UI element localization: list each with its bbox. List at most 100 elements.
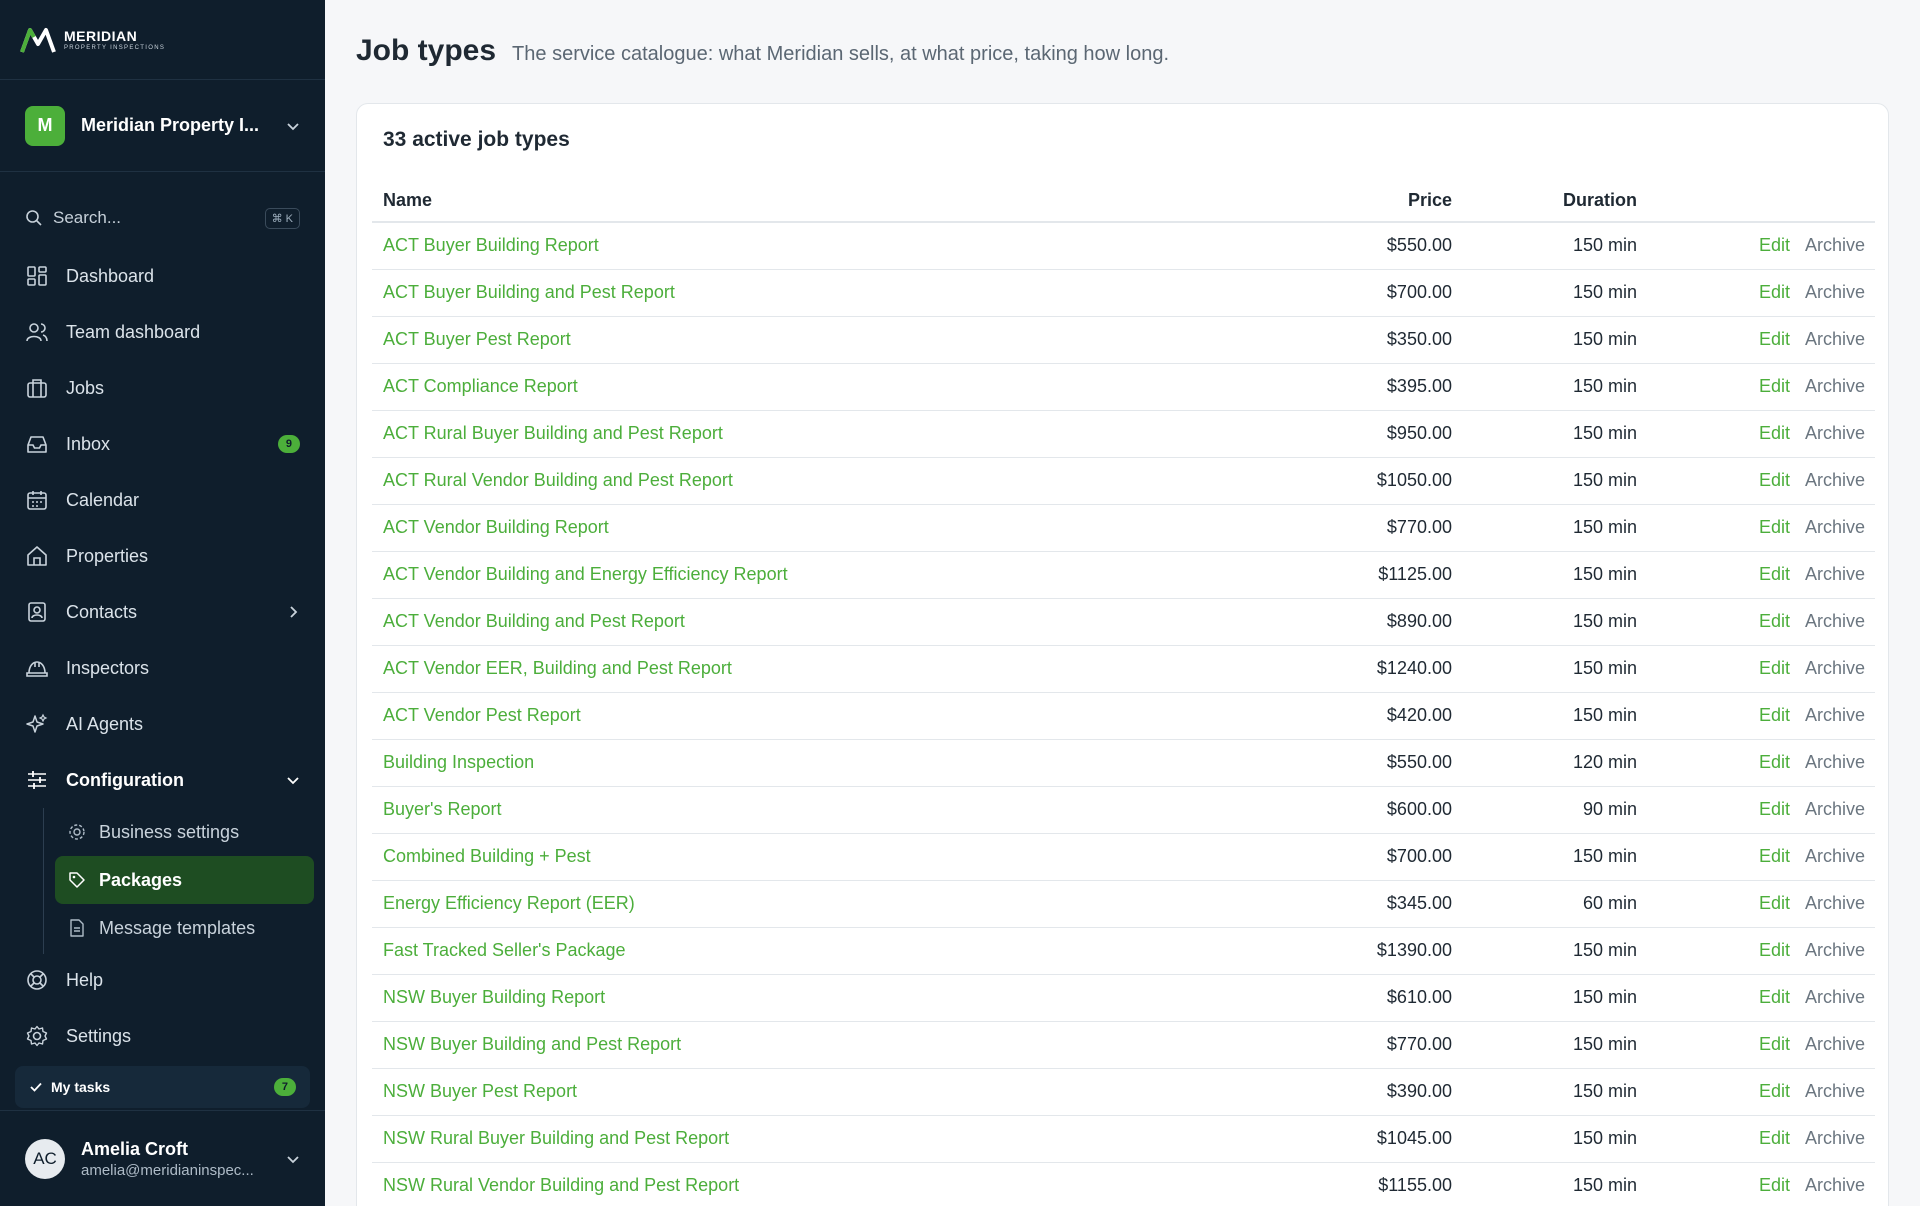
job-type-price: $1155.00 [1252, 1162, 1452, 1206]
job-type-name-link[interactable]: NSW Buyer Pest Report [372, 1068, 1252, 1116]
job-type-price: $950.00 [1252, 410, 1452, 458]
archive-button[interactable]: Archive [1805, 564, 1865, 584]
archive-button[interactable]: Archive [1805, 423, 1865, 443]
job-type-name-link[interactable]: ACT Rural Buyer Building and Pest Report [372, 410, 1252, 458]
nav-item-jobs[interactable]: Jobs [0, 360, 325, 416]
edit-button[interactable]: Edit [1759, 893, 1790, 913]
archive-button[interactable]: Archive [1805, 1128, 1865, 1148]
nav-item-properties[interactable]: Properties [0, 528, 325, 584]
edit-button[interactable]: Edit [1759, 611, 1790, 631]
archive-button[interactable]: Archive [1805, 329, 1865, 349]
archive-button[interactable]: Archive [1805, 235, 1865, 255]
job-type-name-link[interactable]: ACT Rural Vendor Building and Pest Repor… [372, 457, 1252, 505]
archive-button[interactable]: Archive [1805, 893, 1865, 913]
job-type-duration: 150 min [1452, 551, 1637, 599]
archive-button[interactable]: Archive [1805, 611, 1865, 631]
archive-button[interactable]: Archive [1805, 282, 1865, 302]
nav-item-inspectors[interactable]: Inspectors [0, 640, 325, 696]
archive-button[interactable]: Archive [1805, 987, 1865, 1007]
archive-button[interactable]: Archive [1805, 705, 1865, 725]
nav-item-calendar[interactable]: Calendar [0, 472, 325, 528]
job-type-name-link[interactable]: ACT Vendor Building and Energy Efficienc… [372, 551, 1252, 599]
nav-item-dashboard[interactable]: Dashboard [0, 248, 325, 304]
archive-button[interactable]: Archive [1805, 1081, 1865, 1101]
archive-button[interactable]: Archive [1805, 940, 1865, 960]
job-type-name-link[interactable]: ACT Buyer Pest Report [372, 316, 1252, 364]
job-type-name-link[interactable]: ACT Vendor Building Report [372, 504, 1252, 552]
edit-button[interactable]: Edit [1759, 752, 1790, 772]
archive-button[interactable]: Archive [1805, 846, 1865, 866]
sub-item-label: Packages [99, 869, 183, 890]
sub-item-business-settings[interactable]: Business settings [55, 808, 314, 856]
edit-button[interactable]: Edit [1759, 564, 1790, 584]
edit-button[interactable]: Edit [1759, 376, 1790, 396]
search-input[interactable]: Search... ⌘ K [25, 200, 300, 236]
column-header-price[interactable]: Price [1252, 180, 1452, 223]
nav-item-team-dashboard[interactable]: Team dashboard [0, 304, 325, 360]
archive-button[interactable]: Archive [1805, 470, 1865, 490]
edit-button[interactable]: Edit [1759, 329, 1790, 349]
edit-button[interactable]: Edit [1759, 517, 1790, 537]
job-type-name-link[interactable]: NSW Rural Vendor Building and Pest Repor… [372, 1162, 1252, 1206]
archive-button[interactable]: Archive [1805, 799, 1865, 819]
edit-button[interactable]: Edit [1759, 799, 1790, 819]
my-tasks-button[interactable]: My tasks 7 [15, 1066, 310, 1108]
job-type-duration: 150 min [1452, 410, 1637, 458]
edit-button[interactable]: Edit [1759, 987, 1790, 1007]
nav-item-help[interactable]: Help [0, 952, 325, 1008]
job-type-name-link[interactable]: ACT Buyer Building and Pest Report [372, 269, 1252, 317]
archive-button[interactable]: Archive [1805, 752, 1865, 772]
edit-button[interactable]: Edit [1759, 1128, 1790, 1148]
edit-button[interactable]: Edit [1759, 1081, 1790, 1101]
inbox-count-badge: 9 [277, 435, 300, 453]
edit-button[interactable]: Edit [1759, 423, 1790, 443]
job-type-name-link[interactable]: ACT Vendor Pest Report [372, 692, 1252, 740]
job-type-price: $1390.00 [1252, 927, 1452, 975]
user-menu[interactable]: AC Amelia Croft amelia@meridianinspec... [0, 1110, 325, 1206]
nav-item-inbox[interactable]: Inbox 9 [0, 416, 325, 472]
archive-button[interactable]: Archive [1805, 658, 1865, 678]
edit-button[interactable]: Edit [1759, 1175, 1790, 1195]
edit-button[interactable]: Edit [1759, 1034, 1790, 1054]
column-header-duration[interactable]: Duration [1452, 180, 1637, 223]
sub-item-message-templates[interactable]: Message templates [55, 904, 314, 952]
archive-button[interactable]: Archive [1805, 517, 1865, 537]
edit-button[interactable]: Edit [1759, 235, 1790, 255]
edit-button[interactable]: Edit [1759, 658, 1790, 678]
job-type-name-link[interactable]: ACT Vendor Building and Pest Report [372, 598, 1252, 646]
column-header-name[interactable]: Name [372, 180, 1252, 223]
brand-logo[interactable]: MERIDIAN PROPERTY INSPECTIONS [0, 0, 325, 80]
sub-item-packages[interactable]: Packages [55, 856, 314, 904]
job-type-name-link[interactable]: NSW Rural Buyer Building and Pest Report [372, 1115, 1252, 1163]
row-actions: Edit Archive [1637, 504, 1875, 552]
nav-item-settings[interactable]: Settings [0, 1008, 325, 1064]
nav-item-contacts[interactable]: Contacts [0, 584, 325, 640]
archive-button[interactable]: Archive [1805, 376, 1865, 396]
job-type-name-link[interactable]: Combined Building + Pest [372, 833, 1252, 881]
job-type-name-link[interactable]: Buyer's Report [372, 786, 1252, 834]
table-row: Fast Tracked Seller's Package $1390.00 150… [372, 927, 1875, 975]
job-type-name-link[interactable]: ACT Buyer Building Report [372, 222, 1252, 270]
job-type-name-link[interactable]: Energy Efficiency Report (EER) [372, 880, 1252, 928]
job-type-name-link[interactable]: NSW Buyer Building Report [372, 974, 1252, 1022]
row-actions: Edit Archive [1637, 1068, 1875, 1116]
archive-button[interactable]: Archive [1805, 1175, 1865, 1195]
job-type-name-link[interactable]: Building Inspection [372, 739, 1252, 787]
row-actions: Edit Archive [1637, 269, 1875, 317]
job-type-name-link[interactable]: Fast Tracked Seller's Package [372, 927, 1252, 975]
table-row: NSW Buyer Building Report $610.00 150 min E… [372, 974, 1875, 1022]
job-type-name-link[interactable]: ACT Vendor EER, Building and Pest Report [372, 645, 1252, 693]
nav-item-ai-agents[interactable]: AI Agents [0, 696, 325, 752]
org-switcher[interactable]: M Meridian Property I... [0, 80, 325, 172]
table-row: ACT Rural Buyer Building and Pest Report… [372, 410, 1875, 458]
archive-button[interactable]: Archive [1805, 1034, 1865, 1054]
edit-button[interactable]: Edit [1759, 846, 1790, 866]
edit-button[interactable]: Edit [1759, 705, 1790, 725]
nav-item-configuration[interactable]: Configuration [0, 752, 325, 808]
job-type-name-link[interactable]: NSW Buyer Building and Pest Report [372, 1021, 1252, 1069]
edit-button[interactable]: Edit [1759, 940, 1790, 960]
job-type-name-link[interactable]: ACT Compliance Report [372, 363, 1252, 411]
configuration-subnav: Business settings Packages Message templ… [43, 808, 325, 954]
edit-button[interactable]: Edit [1759, 282, 1790, 302]
edit-button[interactable]: Edit [1759, 470, 1790, 490]
